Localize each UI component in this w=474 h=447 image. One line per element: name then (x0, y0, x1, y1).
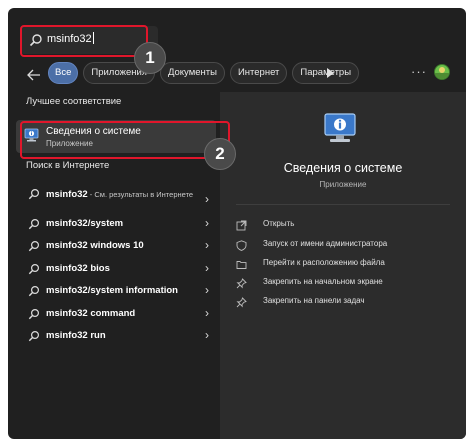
chevron-right-icon: › (205, 192, 209, 206)
list-item[interactable]: msinfo32 windows 10 › (16, 236, 216, 258)
list-item[interactable]: msinfo32 command › (16, 304, 216, 326)
avatar-image-icon (435, 67, 449, 79)
scroll-tabs-icon[interactable] (327, 68, 334, 78)
tab-internet[interactable]: Интернет (229, 62, 288, 84)
back-arrow-icon[interactable] (26, 67, 42, 83)
detail-title: Сведения о системе (283, 161, 403, 175)
action-label: Закрепить на начальном экране (263, 277, 383, 286)
list-item-label: msinfo32/system information (46, 285, 178, 297)
step-badge-1: 1 (134, 42, 166, 74)
open-icon (236, 220, 247, 231)
action-label: Закрепить на панели задач (263, 296, 365, 305)
avatar[interactable] (434, 64, 450, 80)
chevron-right-icon: › (205, 327, 209, 342)
list-item[interactable]: msinfo32/system information › (16, 281, 216, 303)
divider (236, 204, 450, 205)
detail-panel: Сведения о системе Приложение Открыть За… (220, 92, 466, 439)
highlight-search-box (20, 25, 148, 57)
filter-tabs: Все Приложения Документы Интернет Параме… (48, 62, 360, 84)
search-icon (28, 218, 40, 230)
list-item-sub: - См. результаты в Интернете (87, 190, 194, 199)
web-search-heading: Поиск в Интернете (26, 160, 110, 171)
list-item-label: msinfo32 bios (46, 262, 110, 274)
chevron-right-icon: › (205, 238, 209, 253)
list-item-label: msinfo32 windows 10 (46, 240, 144, 252)
list-item[interactable]: msinfo32 - См. результаты в Интернете › (16, 184, 216, 214)
chevron-right-icon: › (205, 305, 209, 320)
search-icon (28, 241, 40, 252)
action-label: Открыть (263, 219, 295, 228)
search-icon (28, 263, 40, 274)
best-match-heading: Лучшее соответствие (26, 96, 122, 107)
list-item-label: msinfo32 command (46, 307, 136, 319)
more-options-button[interactable]: ··· (411, 64, 427, 79)
tab-settings[interactable]: Параметры (292, 62, 360, 84)
folder-icon (236, 261, 247, 269)
search-icon (28, 286, 40, 297)
action-label: Перейти к расположению файла (263, 258, 385, 267)
pin-icon (236, 278, 247, 289)
step-badge-2: 2 (204, 138, 236, 170)
detail-subtitle: Приложение (319, 180, 367, 189)
tab-documents[interactable]: Документы (159, 62, 225, 84)
list-item-label: msinfo32 (46, 189, 88, 200)
list-item[interactable]: msinfo32 run › (16, 326, 216, 348)
list-item-label: msinfo32 run (46, 329, 106, 341)
chevron-right-icon: › (205, 283, 209, 298)
system-info-icon (324, 113, 356, 142)
search-icon (28, 188, 40, 200)
list-item[interactable]: msinfo32 bios › (16, 259, 216, 281)
shield-icon (236, 240, 247, 251)
web-result-first: msinfo32 - См. результаты в Интернете (46, 190, 196, 200)
chevron-right-icon: › (205, 260, 209, 275)
chevron-right-icon: › (205, 216, 209, 230)
action-label: Запуск от имени администратора (263, 239, 388, 248)
tab-all[interactable]: Все (48, 62, 79, 84)
pin-icon (236, 297, 247, 308)
web-results-list: msinfo32 - См. результаты в Интернете › … (16, 184, 216, 348)
list-item-label: msinfo32/system (46, 218, 124, 229)
list-item[interactable]: msinfo32/system › (16, 214, 216, 236)
search-icon (28, 308, 40, 319)
search-icon (28, 330, 40, 342)
highlight-best-match (20, 121, 230, 159)
search-window: msinfo32 Все Приложения Документы Интерн… (8, 8, 466, 439)
